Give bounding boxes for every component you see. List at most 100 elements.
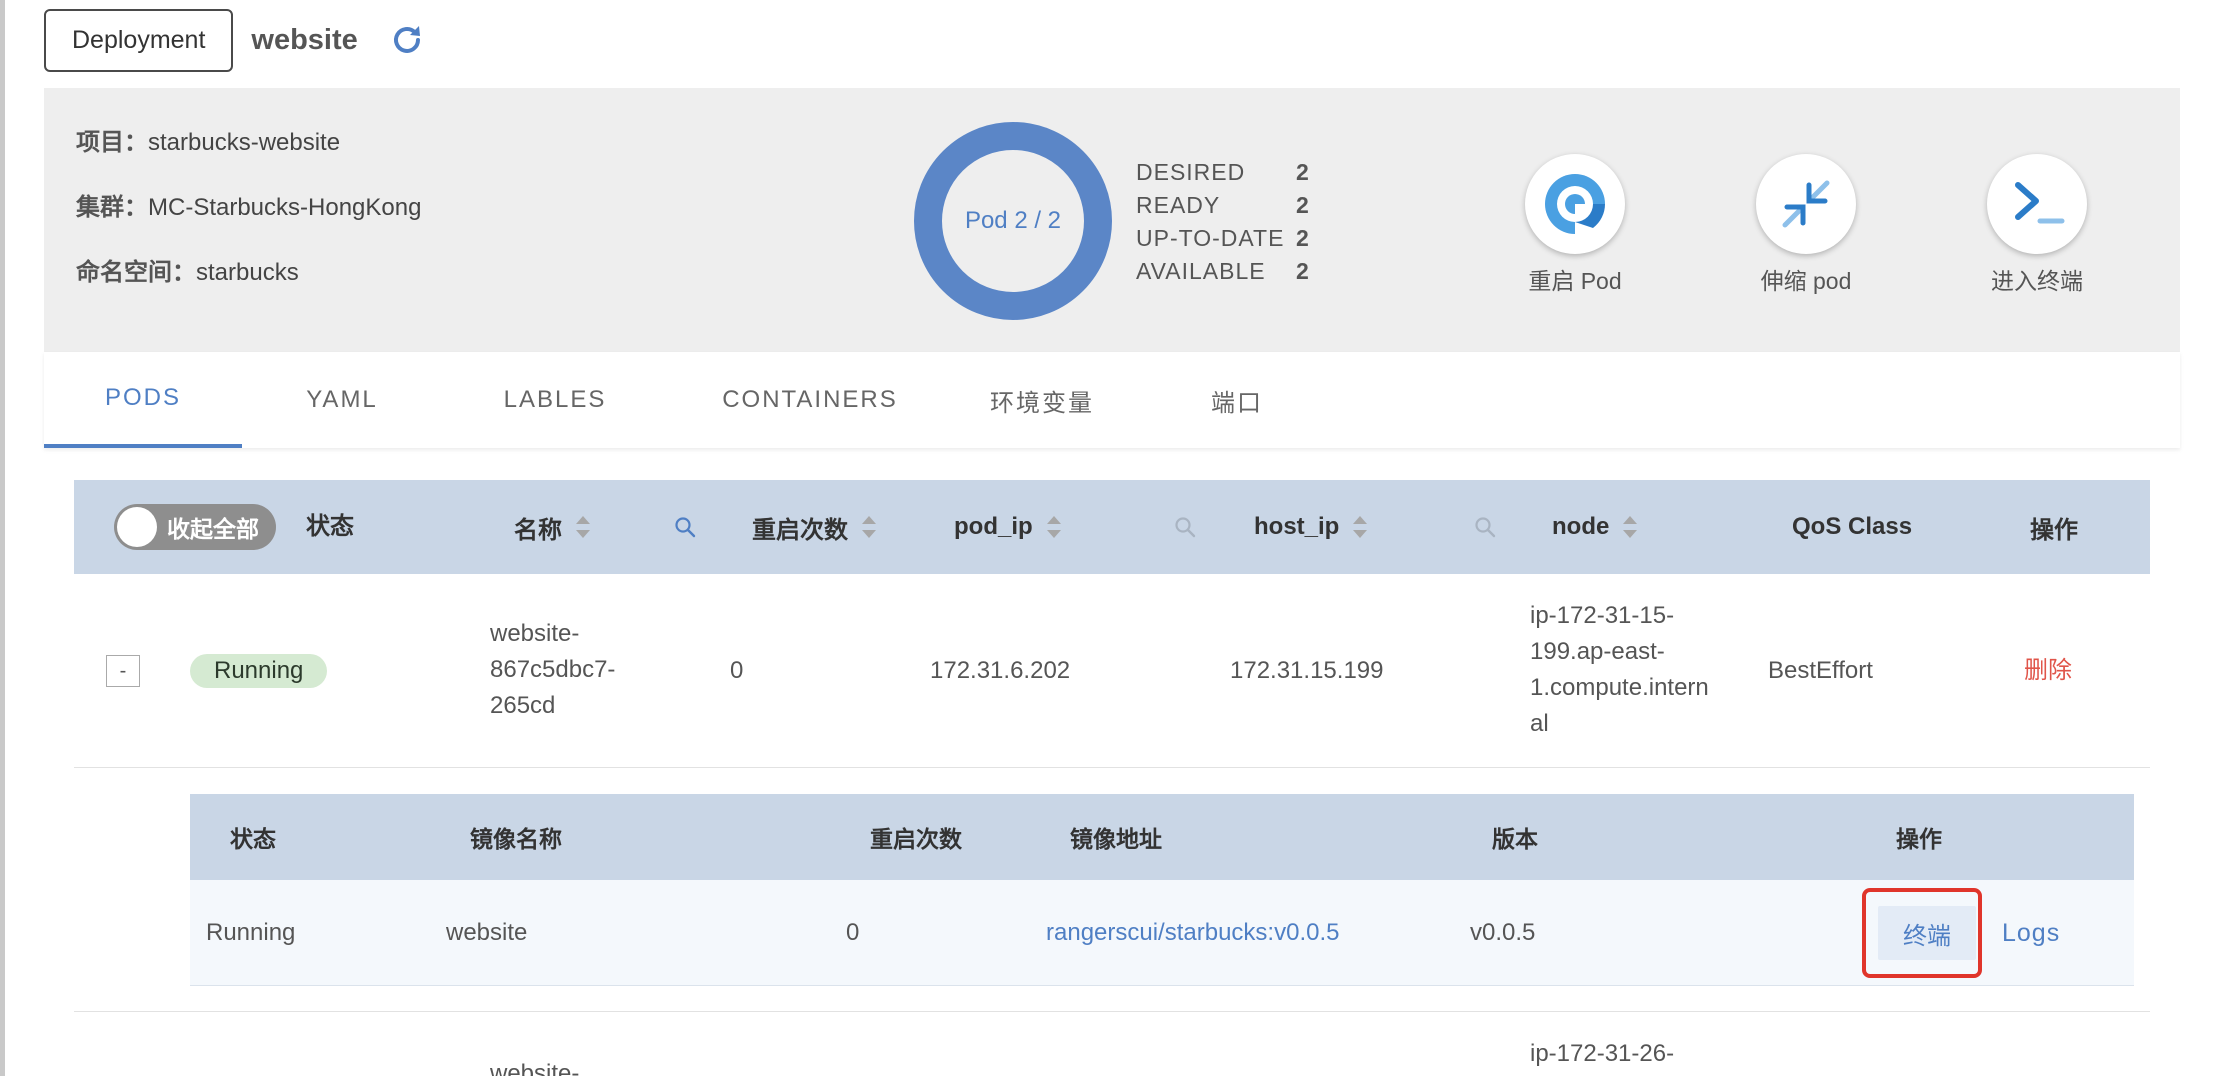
refresh-icon[interactable] <box>388 21 426 59</box>
col-name-label: 名称 <box>514 516 562 544</box>
logs-link[interactable]: Logs <box>2002 880 2060 986</box>
table-row: - Running website- 867c5dbc7- 265cd 0 17… <box>74 574 2150 768</box>
terminal-button[interactable]: 终端 <box>1878 906 1976 960</box>
sort-icon[interactable] <box>576 516 590 538</box>
restart-pod-button[interactable]: 重启 Pod <box>1505 154 1645 296</box>
tab-containers[interactable]: CONTAINERS <box>668 352 952 448</box>
node-name-line: 199.ap-east- <box>1530 638 1665 665</box>
collapse-row-button[interactable]: - <box>106 655 140 687</box>
container-image-link[interactable]: rangerscui/starbucks:v0.0.5 <box>1046 880 1339 986</box>
scale-pod-button[interactable]: 伸缩 pod <box>1736 154 1876 296</box>
stat-label: DESIRED <box>1136 159 1246 185</box>
col-actions: 操作 <box>2030 516 2078 544</box>
container-image-name: website <box>446 919 528 946</box>
tab-ports[interactable]: 端口 <box>1132 352 1342 448</box>
name-search-icon[interactable] <box>674 480 696 574</box>
namespace-key: 命名空间： <box>76 259 196 286</box>
deployment-kind-button[interactable]: Deployment <box>44 8 234 72</box>
node-name-line: al <box>1530 710 1549 737</box>
namespace-value: starbucks <box>196 259 299 286</box>
restart-pod-label: 重启 Pod <box>1528 268 1622 294</box>
status-badge: Running <box>190 654 328 688</box>
stat-value: 2 <box>1296 258 1310 284</box>
cluster-key: 集群： <box>76 194 148 221</box>
node-name-line: ip-172-31-26- <box>1530 1040 1675 1067</box>
pod-ip: 172.31.6.202 <box>930 657 1071 684</box>
pod-restarts: 0 <box>730 657 744 684</box>
sort-icon[interactable] <box>1353 516 1368 538</box>
col-host-ip[interactable]: host_ip <box>1254 480 1368 574</box>
col-name[interactable]: 名称 <box>514 480 590 574</box>
node-name-line: ip-172-31-15- <box>1530 602 1675 629</box>
container-restarts: 0 <box>846 919 860 946</box>
col-image-name: 镜像名称 <box>470 826 562 852</box>
pods-table-header: 收起全部 状态 名称 重启次数 pod_ip host_ip node QoS … <box>74 480 2150 574</box>
page-header: Deployment website <box>44 8 426 72</box>
host-ip: 172.31.15.199 <box>1230 657 1384 684</box>
stat-value: 2 <box>1296 192 1310 218</box>
tab-labels[interactable]: LABLES <box>442 352 668 448</box>
pod-name: website- 867c5dbc7- 265cd <box>490 616 615 724</box>
enter-terminal-label: 进入终端 <box>1991 268 2083 294</box>
terminal-icon <box>1987 154 2087 254</box>
sort-icon[interactable] <box>862 516 876 538</box>
tab-pods[interactable]: PODS <box>44 352 242 448</box>
table-row: website- ip-172-31-26- <box>74 1012 2150 1076</box>
delete-pod-link[interactable]: 删除 <box>2024 653 2072 689</box>
containers-table-header: 状态 镜像名称 重启次数 镜像地址 版本 操作 <box>190 794 2134 880</box>
col-pod-ip-label: pod_ip <box>954 513 1033 540</box>
stat-label: UP-TO-DATE <box>1136 225 1285 251</box>
deployment-name: website <box>251 23 358 56</box>
tab-yaml[interactable]: YAML <box>242 352 442 448</box>
stat-value: 2 <box>1296 159 1310 185</box>
stat-desired: DESIRED 2 <box>1136 156 1310 189</box>
container-version: v0.0.5 <box>1470 919 1536 946</box>
col-status: 状态 <box>306 512 354 540</box>
compress-icon <box>1756 154 1856 254</box>
col-host-ip-label: host_ip <box>1254 513 1340 540</box>
tab-env-vars[interactable]: 环境变量 <box>952 352 1132 448</box>
col-container-actions: 操作 <box>1896 826 1942 852</box>
node-name: ip-172-31-15- 199.ap-east- 1.compute.int… <box>1530 598 1709 742</box>
detail-tabs: PODS YAML LABLES CONTAINERS 环境变量 端口 <box>44 352 2180 448</box>
collapse-all-label: 收起全部 <box>167 516 259 542</box>
scale-pod-label: 伸缩 pod <box>1760 268 1852 294</box>
col-node[interactable]: node <box>1552 480 1638 574</box>
enter-terminal-button[interactable]: 进入终端 <box>1967 154 2107 296</box>
col-version: 版本 <box>1492 826 1538 852</box>
col-container-status: 状态 <box>230 826 276 852</box>
container-status: Running <box>206 919 296 946</box>
replica-stats: DESIRED 2 READY 2 UP-TO-DATE 2 AVAILABLE 2 <box>1136 156 1310 288</box>
container-row: Running website 0 rangerscui/starbucks:v… <box>190 880 2134 986</box>
deployment-info-panel: 项目：starbucks-website 集群：MC-Starbucks-Hon… <box>44 88 2180 352</box>
col-image: 镜像地址 <box>1070 826 1162 852</box>
col-qos: QoS Class <box>1792 513 1913 540</box>
toggle-knob <box>117 507 157 547</box>
pod-name-line: website- <box>490 620 580 647</box>
cluster-value: MC-Starbucks-HongKong <box>148 194 422 221</box>
stat-label: AVAILABLE <box>1136 258 1266 284</box>
node-name-line: 1.compute.intern <box>1530 674 1709 701</box>
col-container-restarts: 重启次数 <box>870 826 962 852</box>
restart-icon <box>1525 154 1625 254</box>
qos-class: BestEffort <box>1768 657 1873 684</box>
sort-icon[interactable] <box>1623 516 1638 538</box>
col-pod-ip[interactable]: pod_ip <box>954 480 1061 574</box>
stat-available: AVAILABLE 2 <box>1136 255 1310 288</box>
project-key: 项目： <box>76 129 148 156</box>
stat-up-to-date: UP-TO-DATE 2 <box>1136 222 1310 255</box>
stat-ready: READY 2 <box>1136 189 1310 222</box>
sort-icon[interactable] <box>1046 516 1061 538</box>
stat-value: 2 <box>1296 225 1310 251</box>
window-left-edge <box>0 0 5 1076</box>
pod-ip-search-icon[interactable] <box>1174 480 1196 574</box>
col-restarts[interactable]: 重启次数 <box>752 480 876 574</box>
pod-name-line: 867c5dbc7- <box>490 656 616 683</box>
pod-name-line: 265cd <box>490 692 556 719</box>
pod-count-label: Pod 2 / 2 <box>964 207 1062 234</box>
col-restarts-label: 重启次数 <box>752 516 848 544</box>
collapse-all-toggle[interactable]: 收起全部 <box>114 504 276 550</box>
host-ip-search-icon[interactable] <box>1474 480 1496 574</box>
project-value: starbucks-website <box>148 129 341 156</box>
col-node-label: node <box>1552 513 1610 540</box>
